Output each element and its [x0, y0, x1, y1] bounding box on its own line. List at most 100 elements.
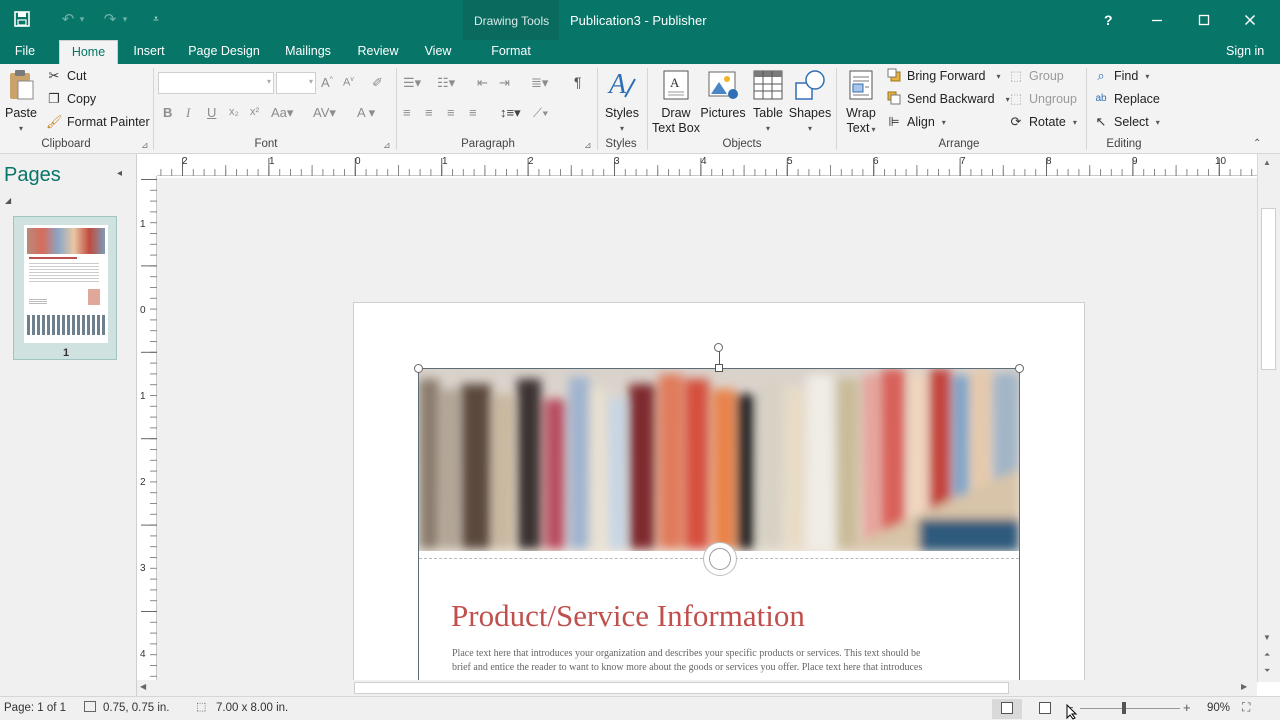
font-color-icon[interactable]: A ▾	[357, 105, 375, 121]
change-case-icon[interactable]: Aa▾	[271, 105, 293, 121]
body-text-line[interactable]: Place text here that introduces your org…	[452, 648, 920, 659]
group-button[interactable]: ⬚ Group	[1008, 68, 1064, 84]
wrap-text-button[interactable]: Wrap Text ▾	[842, 68, 880, 137]
collapse-ribbon-icon[interactable]: ⌃	[1253, 138, 1261, 149]
tab-view[interactable]: View	[418, 40, 458, 64]
format-painter-button[interactable]: 🖌 Format Painter	[46, 114, 150, 130]
vertical-scroll-thumb[interactable]	[1261, 208, 1276, 370]
increase-indent-icon[interactable]: ⇥	[499, 75, 510, 91]
copy-button[interactable]: ❐ Copy	[46, 91, 96, 107]
tab-format[interactable]: Format	[483, 40, 539, 64]
vertical-scrollbar[interactable]: ▲ ▼ ⏶ ⏷	[1257, 154, 1280, 682]
collapse-pane-icon[interactable]: ◂	[117, 168, 122, 179]
bold-icon[interactable]: B	[163, 105, 172, 120]
bring-forward-button[interactable]: Bring Forward ▾	[886, 68, 1001, 84]
tab-insert[interactable]: Insert	[127, 40, 171, 64]
fit-page-icon[interactable]: ⛶	[1242, 700, 1250, 715]
previous-page-icon[interactable]: ⏶	[1264, 650, 1270, 660]
scroll-right-icon[interactable]: ▶	[1241, 682, 1247, 691]
draw-text-box-label-2: Text Box	[652, 121, 700, 135]
ungroup-button[interactable]: ⬚ Ungroup	[1008, 91, 1077, 107]
bullets-icon[interactable]: ☰▾	[403, 75, 421, 91]
document-heading[interactable]: Product/Service Information	[451, 598, 805, 634]
body-text-line[interactable]: brief and entice the reader to want to k…	[452, 662, 922, 673]
align-left-icon[interactable]: ≡	[403, 105, 411, 120]
align-button[interactable]: ⊫ Align ▾	[886, 114, 945, 130]
zoom-in-icon[interactable]: +	[1183, 700, 1191, 715]
zoom-slider-track[interactable]	[1080, 708, 1180, 709]
rotation-handle[interactable]	[714, 343, 723, 352]
page-thumbnail[interactable]: 1	[13, 216, 117, 360]
find-button[interactable]: ⌕ Find ▾	[1093, 68, 1149, 84]
superscript-icon[interactable]: x²	[250, 106, 259, 118]
resize-handle-top[interactable]	[715, 364, 723, 372]
sign-in-link[interactable]: Sign in	[1226, 44, 1264, 58]
draw-text-box-button[interactable]: A Draw Text Box	[652, 68, 700, 136]
minimize-icon[interactable]	[1145, 9, 1169, 31]
horizontal-scroll-thumb[interactable]	[354, 682, 1009, 694]
subscript-icon[interactable]: x₂	[229, 106, 239, 118]
horizontal-scrollbar[interactable]: ◀ ▶	[137, 680, 1257, 696]
scroll-down-icon[interactable]: ▼	[1263, 633, 1271, 642]
zoom-level[interactable]: 90%	[1207, 702, 1230, 714]
shapes-icon	[794, 68, 826, 102]
select-button[interactable]: ↖ Select ▾	[1093, 114, 1160, 130]
line-spacing-icon[interactable]: ↕≡▾	[500, 105, 521, 121]
cut-button[interactable]: ✂ Cut	[46, 68, 87, 84]
two-page-view-button[interactable]	[1032, 699, 1060, 719]
redo-dropdown-icon[interactable]: ▾	[119, 8, 131, 30]
table-button[interactable]: Table ▾	[748, 68, 788, 136]
shrink-font-icon[interactable]: Av	[343, 76, 354, 89]
tab-file[interactable]: File	[6, 40, 44, 64]
send-backward-button[interactable]: Send Backward ▾	[886, 91, 1010, 107]
page-status[interactable]: Page: 1 of 1	[4, 702, 66, 714]
tab-home[interactable]: Home	[59, 40, 118, 64]
align-right-icon[interactable]: ≡	[447, 105, 455, 120]
paste-button[interactable]: Paste ▾	[4, 68, 38, 136]
numbering-icon[interactable]: ☷▾	[437, 75, 455, 91]
customize-toolbar-icon[interactable]: ⩡	[144, 8, 168, 30]
dialog-launcher-icon[interactable]: ⊿	[141, 140, 149, 151]
dialog-launcher-icon[interactable]: ⊿	[383, 140, 391, 151]
clear-formatting-icon[interactable]: ✐	[372, 75, 383, 91]
decrease-indent-icon[interactable]: ⇤	[477, 75, 488, 91]
resize-handle-top-left[interactable]	[414, 364, 423, 373]
scroll-left-icon[interactable]: ◀	[140, 682, 146, 691]
vertical-ruler[interactable]: 1 0 1 2 3 4	[137, 176, 157, 682]
tab-mailings[interactable]: Mailings	[280, 40, 336, 64]
font-name-combo[interactable]: ▾	[158, 72, 274, 94]
maximize-icon[interactable]	[1192, 9, 1216, 31]
ruler-label: 1	[140, 391, 146, 402]
justify-icon[interactable]: ≡	[469, 105, 477, 120]
next-page-icon[interactable]: ⏷	[1264, 666, 1270, 676]
publication-workspace[interactable]: Product/Service Information Place text h…	[157, 178, 1257, 680]
scroll-up-icon[interactable]: ▲	[1263, 158, 1271, 167]
character-spacing-icon[interactable]: AV▾	[313, 105, 336, 121]
pictures-button[interactable]: Pictures	[700, 68, 746, 121]
replace-button[interactable]: ab Replace	[1093, 91, 1159, 107]
undo-dropdown-icon[interactable]: ▾	[76, 8, 88, 30]
columns-icon[interactable]: ≣▾	[531, 75, 548, 91]
styles-button[interactable]: A Styles ▾	[604, 68, 640, 136]
thumbnail-heading	[29, 257, 77, 259]
tab-page-design[interactable]: Page Design	[184, 40, 264, 64]
close-icon[interactable]	[1238, 9, 1262, 31]
show-formatting-icon[interactable]: ¶	[574, 74, 582, 90]
align-center-icon[interactable]: ≡	[425, 105, 433, 120]
pane-expander-icon[interactable]: ◢	[5, 196, 11, 205]
dialog-launcher-icon[interactable]: ⊿	[584, 140, 592, 151]
grow-font-icon[interactable]: A^	[321, 75, 333, 90]
underline-icon[interactable]: U	[207, 105, 216, 120]
single-page-view-button[interactable]	[992, 699, 1022, 719]
shading-icon[interactable]: ⟋▾	[533, 105, 548, 121]
help-button[interactable]: ?	[1104, 12, 1113, 28]
tab-review[interactable]: Review	[352, 40, 404, 64]
zoom-slider-thumb[interactable]	[1122, 702, 1126, 714]
rotate-button[interactable]: ⟳ Rotate ▾	[1008, 114, 1077, 130]
horizontal-ruler[interactable]: 2 1 0 1 2 3 4 5 6 7 8 9 10	[157, 154, 1257, 176]
italic-icon[interactable]: I	[186, 105, 190, 121]
save-icon[interactable]	[10, 8, 34, 30]
resize-handle-top-right[interactable]	[1015, 364, 1024, 373]
shapes-button[interactable]: Shapes ▾	[788, 68, 832, 136]
font-size-combo[interactable]: ▾	[276, 72, 316, 94]
